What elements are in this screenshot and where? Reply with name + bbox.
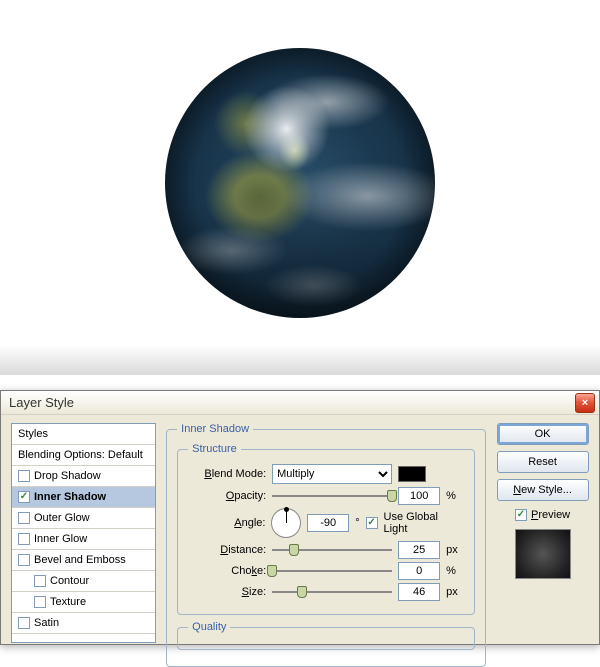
style-checkbox[interactable] <box>18 470 30 482</box>
style-checkbox[interactable] <box>18 491 30 503</box>
style-item-label: Contour <box>50 575 89 587</box>
choke-field[interactable] <box>398 562 440 580</box>
style-item-bevel-and-emboss[interactable]: Bevel and Emboss <box>12 550 155 571</box>
style-item-inner-glow[interactable]: Inner Glow <box>12 529 155 550</box>
style-item-texture[interactable]: Texture <box>12 592 155 613</box>
angle-label: Angle: <box>188 517 265 529</box>
dialog-body: Styles Blending Options: Default Drop Sh… <box>1 415 599 644</box>
blend-mode-row: Blend Mode: Multiply <box>188 464 464 484</box>
style-item-inner-shadow[interactable]: Inner Shadow <box>12 487 155 508</box>
color-swatch[interactable] <box>398 466 426 482</box>
style-item-label: Inner Shadow <box>34 491 106 503</box>
new-style-button[interactable]: New Style... <box>497 479 589 501</box>
opacity-field[interactable] <box>398 487 440 505</box>
preview-label: Preview <box>531 509 570 521</box>
quality-legend: Quality <box>188 621 230 633</box>
style-checkbox[interactable] <box>18 617 30 629</box>
blending-options-item[interactable]: Blending Options: Default <box>12 445 155 466</box>
style-item-outer-glow[interactable]: Outer Glow <box>12 508 155 529</box>
style-item-satin[interactable]: Satin <box>12 613 155 634</box>
style-item-label: Drop Shadow <box>34 470 101 482</box>
global-light-label[interactable]: Use Global Light <box>384 511 465 535</box>
style-checkbox[interactable] <box>18 512 30 524</box>
blend-mode-select[interactable]: Multiply <box>272 464 392 484</box>
size-slider[interactable] <box>272 586 392 598</box>
close-button[interactable]: × <box>575 393 595 413</box>
angle-unit: ° <box>355 517 359 529</box>
style-checkbox[interactable] <box>18 533 30 545</box>
distance-slider[interactable] <box>272 544 392 556</box>
opacity-row: Opacity: % <box>188 487 464 505</box>
size-field[interactable] <box>398 583 440 601</box>
style-checkbox[interactable] <box>34 596 46 608</box>
settings-panel: Inner Shadow Structure Blend Mode: Multi… <box>166 423 486 636</box>
canvas-area <box>0 0 600 375</box>
opacity-label: Opacity: <box>188 490 266 502</box>
canvas-shadow <box>0 345 600 375</box>
styles-header[interactable]: Styles <box>12 424 155 445</box>
titlebar[interactable]: Layer Style × <box>1 391 599 415</box>
ok-button[interactable]: OK <box>497 423 589 445</box>
globe-image <box>165 48 435 318</box>
close-icon: × <box>582 397 588 409</box>
inner-shadow-group: Inner Shadow Structure Blend Mode: Multi… <box>166 423 486 667</box>
preview-swatch <box>515 529 571 579</box>
choke-slider[interactable] <box>272 565 392 577</box>
opacity-unit: % <box>446 490 464 502</box>
choke-row: Choke: % <box>188 562 464 580</box>
distance-label: Distance: <box>188 544 266 556</box>
style-checkbox[interactable] <box>34 575 46 587</box>
global-light-checkbox[interactable] <box>366 517 378 529</box>
distance-field[interactable] <box>398 541 440 559</box>
layer-style-dialog: Layer Style × Styles Blending Options: D… <box>0 390 600 645</box>
size-unit: px <box>446 586 464 598</box>
style-item-contour[interactable]: Contour <box>12 571 155 592</box>
opacity-slider[interactable] <box>272 490 392 502</box>
style-item-label: Outer Glow <box>34 512 90 524</box>
angle-row: Angle: ° Use Global Light <box>188 508 464 538</box>
quality-group: Quality <box>177 621 475 650</box>
distance-unit: px <box>446 544 464 556</box>
style-checkbox[interactable] <box>18 554 30 566</box>
structure-group: Structure Blend Mode: Multiply Opacity: <box>177 443 475 615</box>
style-item-label: Satin <box>34 617 59 629</box>
structure-legend: Structure <box>188 443 241 455</box>
inner-shadow-legend: Inner Shadow <box>177 423 253 435</box>
choke-label: Choke: <box>188 565 266 577</box>
size-label: Size: <box>188 586 266 598</box>
reset-button[interactable]: Reset <box>497 451 589 473</box>
choke-unit: % <box>446 565 464 577</box>
preview-checkbox[interactable] <box>515 509 527 521</box>
angle-dial[interactable] <box>271 508 301 538</box>
angle-field[interactable] <box>307 514 349 532</box>
distance-row: Distance: px <box>188 541 464 559</box>
size-row: Size: px <box>188 583 464 601</box>
dialog-title: Layer Style <box>9 395 575 410</box>
right-column: OK Reset New Style... Preview <box>496 423 589 636</box>
style-item-drop-shadow[interactable]: Drop Shadow <box>12 466 155 487</box>
styles-list[interactable]: Styles Blending Options: Default Drop Sh… <box>11 423 156 643</box>
blend-mode-label: Blend Mode: <box>188 468 266 480</box>
style-item-label: Inner Glow <box>34 533 87 545</box>
preview-row[interactable]: Preview <box>515 509 570 521</box>
style-item-label: Bevel and Emboss <box>34 554 126 566</box>
style-item-label: Texture <box>50 596 86 608</box>
